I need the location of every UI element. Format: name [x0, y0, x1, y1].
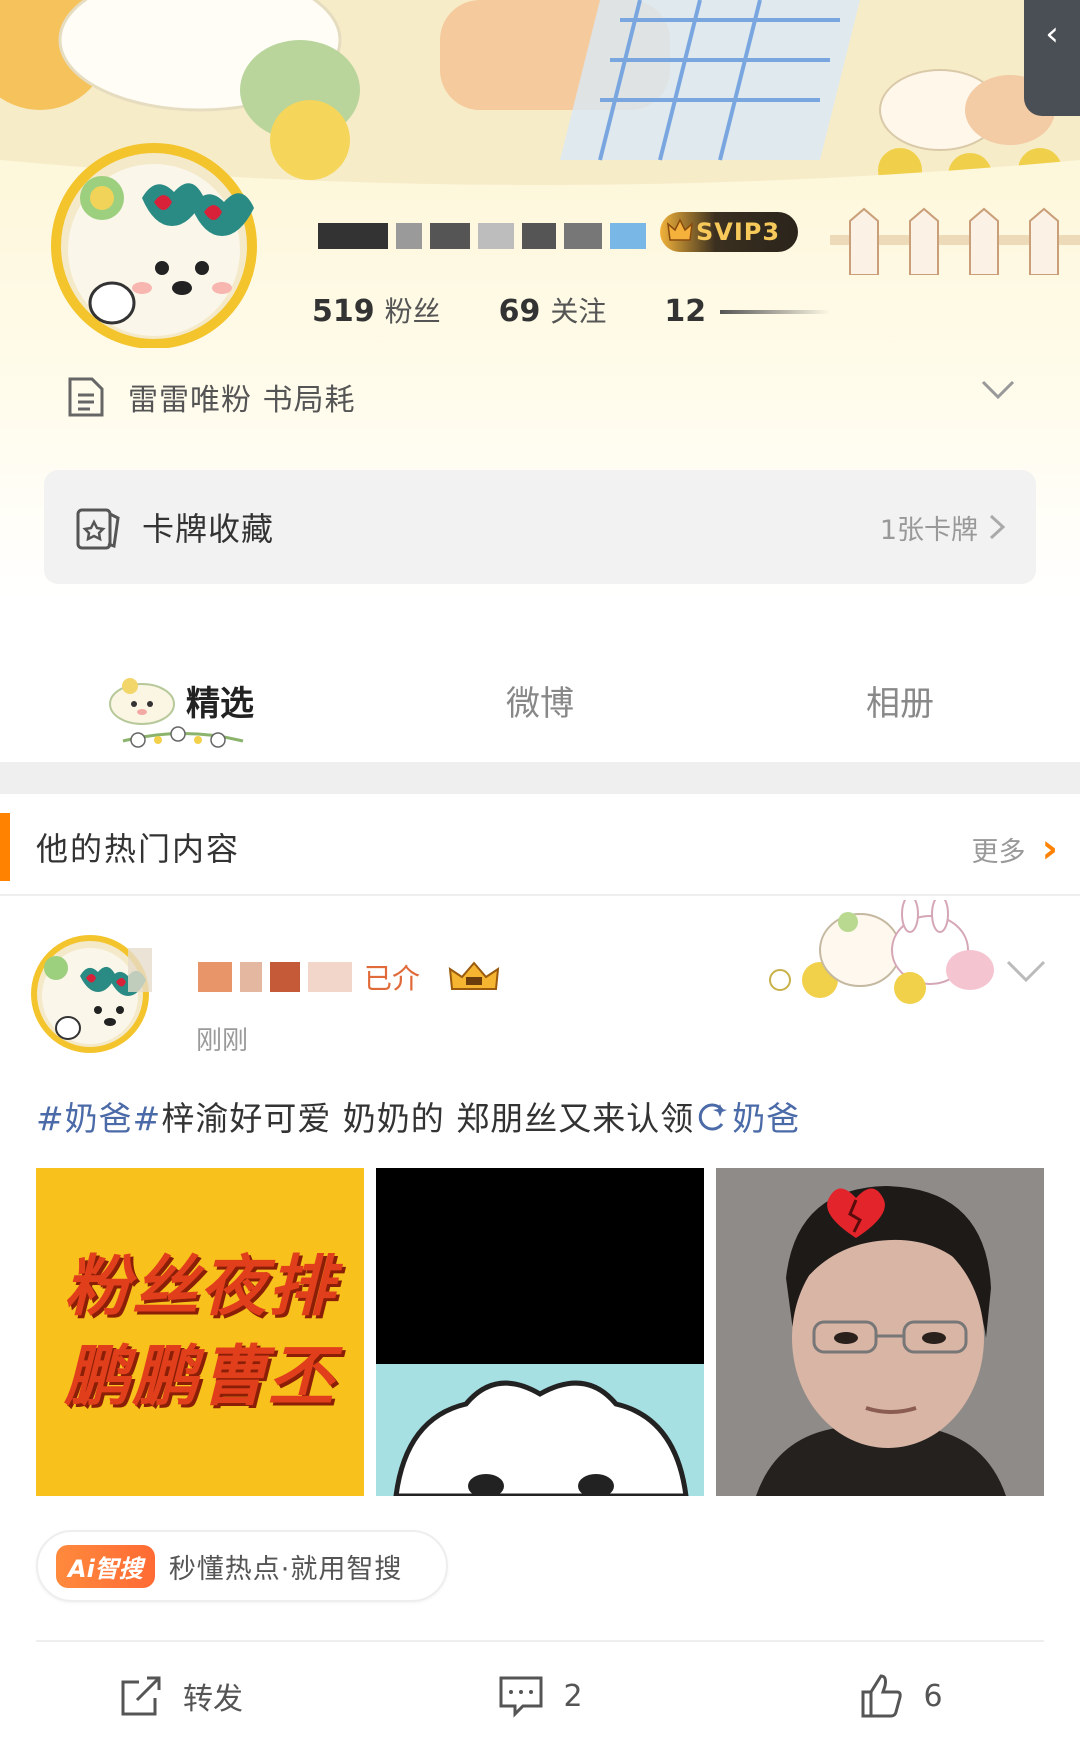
card-collection[interactable]: 卡牌收藏 1张卡牌 — [44, 470, 1036, 584]
vip-crown-icon — [667, 218, 693, 241]
bio-row[interactable]: 雷雷唯粉 书局耗 — [66, 372, 1036, 422]
profile-tabs: 精选 微博 相册 — [0, 640, 1080, 760]
svip-badge[interactable]: SVIP3 — [660, 212, 799, 252]
followers-count: 519 — [312, 294, 375, 329]
chevron-right-icon — [989, 514, 1006, 540]
ai-search-pill[interactable]: Ai智搜 秒懂热点·就用智搜 — [36, 1530, 448, 1602]
section-divider — [0, 762, 1080, 794]
following-count: 69 — [498, 294, 541, 329]
chevron-right-icon: › — [1041, 826, 1058, 872]
followers-label: 粉丝 — [384, 295, 441, 328]
tab-sticker-icon — [109, 678, 175, 725]
avatar[interactable] — [42, 138, 270, 348]
ai-search-text: 秒懂热点·就用智搜 — [168, 1553, 403, 1585]
accent-bar — [0, 813, 10, 881]
followers-stat[interactable]: 519 粉丝 — [312, 290, 441, 330]
post-author-name[interactable]: 已介 — [198, 955, 502, 999]
cartoon-dog-image — [393, 1380, 689, 1496]
card-collection-title: 卡牌收藏 — [142, 510, 275, 548]
tab-album[interactable]: 相册 — [720, 640, 1080, 760]
author-name-tail: 已介 — [364, 962, 421, 995]
tab-album-label: 相册 — [866, 683, 934, 724]
card-collection-count: 1张卡牌 — [880, 508, 1006, 547]
chevron-down-icon[interactable] — [980, 378, 1016, 402]
crown-badge-icon — [448, 961, 500, 990]
profile-header: ‹ SVIP3 519 粉丝 69 关注 12 雷雷唯粉 书局耗 卡牌收藏 1张… — [0, 0, 1080, 600]
comment-count: 2 — [563, 1678, 583, 1714]
profile-stats: 519 粉丝 69 关注 12 — [312, 290, 831, 330]
bunny-sticker-decoration — [769, 900, 994, 1004]
repost-label: 转发 — [183, 1682, 243, 1717]
svip-label: SVIP3 — [696, 218, 781, 246]
post-timestamp: 刚刚 — [196, 1026, 249, 1056]
divider — [36, 1640, 1044, 1642]
post-images: 粉丝夜排 鹏鹏曹丕 — [36, 1168, 1044, 1496]
search-link[interactable]: 奶爸 — [732, 1099, 800, 1138]
post-body-text: 梓渝好可爱 奶奶的 郑朋丝又来认领 — [161, 1099, 695, 1138]
repost-icon — [121, 1676, 161, 1716]
tab-weibo-label: 微博 — [506, 683, 574, 724]
following-stat[interactable]: 69 关注 — [499, 290, 607, 330]
third-stat-count: 12 — [664, 294, 707, 329]
name-mosaic-block — [270, 962, 300, 992]
person-photo — [716, 1168, 1044, 1496]
following-label: 关注 — [550, 295, 607, 328]
flower-vine-decoration — [122, 726, 244, 748]
image-text-line-1: 粉丝夜排 — [64, 1248, 336, 1325]
tab-featured[interactable]: 精选 — [0, 640, 360, 760]
name-mosaic-block — [308, 962, 352, 992]
tab-featured-label: 精选 — [186, 683, 254, 724]
card-count-text: 1张卡牌 — [879, 514, 978, 546]
name-mosaic-block — [240, 962, 262, 992]
like-count: 6 — [923, 1678, 943, 1714]
name-mosaic-block — [198, 962, 232, 992]
username-censored — [318, 223, 646, 249]
thumbs-up-icon — [861, 1674, 903, 1718]
post-image-1[interactable]: 粉丝夜排 鹏鹏曹丕 — [36, 1168, 364, 1496]
hot-content-header: 他的热门内容 更多 › — [0, 812, 1080, 882]
post-image-3[interactable] — [716, 1168, 1044, 1496]
card-collection-icon — [76, 508, 120, 550]
post-menu-chevron-icon[interactable] — [1004, 958, 1048, 984]
faded-overlay — [720, 309, 831, 314]
tab-weibo[interactable]: 微博 — [360, 640, 720, 760]
image-text-line-2: 鹏鹏曹丕 — [64, 1338, 336, 1415]
more-link[interactable]: 更多 › — [972, 826, 1058, 872]
search-link-icon — [699, 1103, 728, 1131]
post-image-2[interactable] — [376, 1168, 704, 1496]
back-button[interactable]: ‹ — [1024, 0, 1080, 116]
divider — [0, 894, 1080, 896]
fence-decoration — [830, 207, 1080, 275]
post-actions: 转发 2 6 — [0, 1660, 1080, 1732]
post-content-text: #奶爸#梓渝好可爱 奶奶的 郑朋丝又来认领 奶爸 — [36, 1092, 800, 1140]
hot-content-title: 他的热门内容 — [36, 830, 241, 868]
more-label: 更多 — [971, 836, 1026, 868]
comment-icon — [499, 1676, 543, 1718]
ai-search-badge: Ai智搜 — [56, 1544, 155, 1588]
post-avatar[interactable] — [28, 928, 158, 1056]
comment-button[interactable]: 2 — [360, 1660, 720, 1732]
hashtag-link[interactable]: #奶爸# — [36, 1099, 161, 1138]
document-icon — [68, 377, 104, 417]
bio-text: 雷雷唯粉 书局耗 — [128, 383, 356, 418]
like-button[interactable]: 6 — [720, 1660, 1080, 1732]
chevron-left-icon: ‹ — [1045, 14, 1059, 54]
repost-button[interactable]: 转发 — [0, 1660, 360, 1732]
likes-stat[interactable]: 12 — [664, 294, 831, 329]
